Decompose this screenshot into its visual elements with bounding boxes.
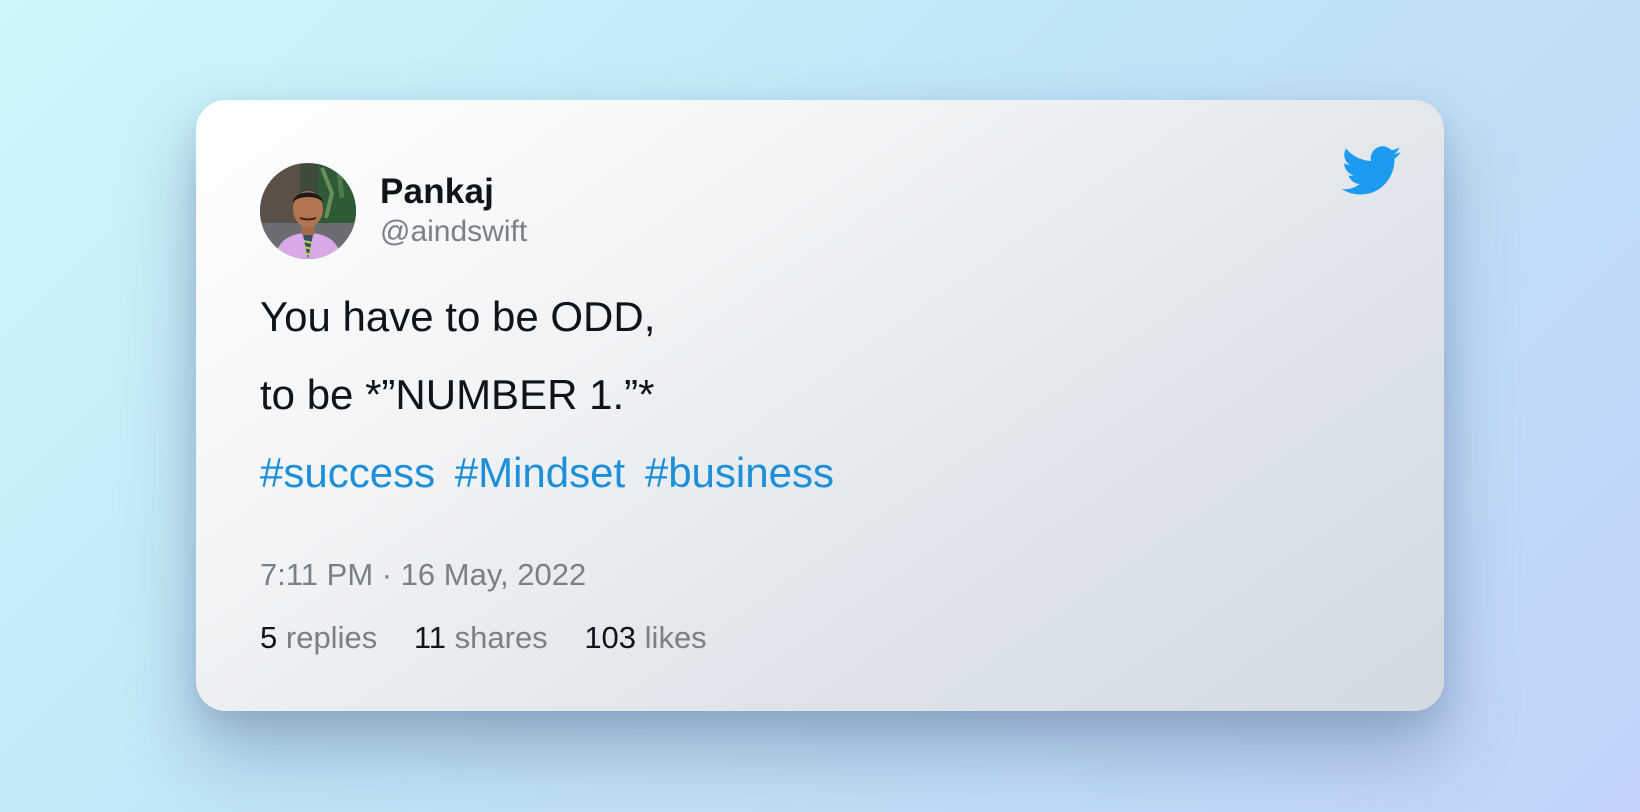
twitter-bird-icon [1341,146,1402,196]
replies-count: 5 [260,620,278,655]
likes-count: 103 [584,620,637,655]
shares-count: 11 [413,620,447,655]
hashtag-mindset[interactable]: #Mindset [455,449,625,496]
shares-label: shares [454,620,548,655]
shares-stat[interactable]: 11 shares [414,620,556,655]
tweet-text-line-2: to be *”NUMBER 1.”* [260,371,655,418]
likes-label: likes [644,620,707,655]
tweet-card: Pankaj @aindswift You have to be ODD, to… [196,100,1444,711]
author-name[interactable]: Pankaj [380,172,494,212]
hashtag-success[interactable]: #success [260,449,435,496]
avatar-image [260,163,356,259]
hashtags: #success #Mindset #business [260,448,842,498]
hashtag-business[interactable]: #business [645,449,834,496]
author-handle[interactable]: @aindswift [380,214,527,250]
tweet-text-line-1: You have to be ODD, [260,293,656,340]
replies-stat[interactable]: 5 replies [260,620,386,655]
tweet-timestamp[interactable]: 7:11 PM · 16 May, 2022 [260,557,586,593]
likes-stat[interactable]: 103 likes [584,620,706,655]
tweet-stats: 5 replies 11 shares 103 likes [260,620,735,656]
replies-label: replies [285,620,378,655]
avatar[interactable] [260,163,356,259]
